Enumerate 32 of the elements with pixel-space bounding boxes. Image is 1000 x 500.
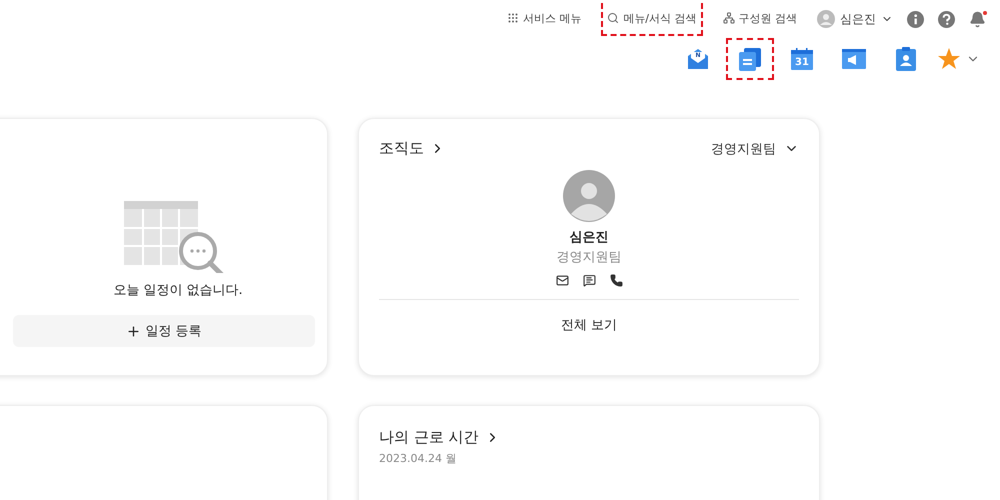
team-dropdown[interactable]: 경영지원팀 [711, 140, 799, 158]
contact-card-icon [895, 46, 917, 72]
phone-icon[interactable] [610, 274, 622, 287]
work-date: 2023.04.24 월 [379, 451, 458, 466]
add-schedule-button[interactable]: 일정 등록 [13, 315, 315, 347]
megaphone-icon [841, 48, 867, 70]
org-chart-icon [722, 12, 734, 24]
work-time-title-link[interactable]: 나의 근로 시간 [379, 428, 799, 447]
avatar [563, 170, 615, 222]
person-name: 심은진 [570, 229, 608, 246]
empty-schedule-message: 오늘 일정이 없습니다. [113, 282, 243, 299]
mail-icon[interactable] [556, 274, 568, 287]
service-menu-link[interactable]: 서비스 메뉴 [500, 2, 588, 36]
grid-menu-icon [506, 12, 519, 24]
search-icon [607, 12, 620, 24]
message-icon[interactable] [582, 274, 596, 287]
plus-icon [126, 324, 142, 338]
notification-bell-icon[interactable] [969, 10, 986, 28]
calendar-icon [790, 47, 814, 71]
docs-app-button[interactable] [726, 38, 774, 80]
star-icon [937, 47, 961, 71]
help-icon[interactable] [938, 10, 955, 28]
info-icon[interactable] [907, 10, 924, 28]
envelope-icon [686, 48, 710, 70]
menu-search-link[interactable]: 메뉴/서식 검색 [601, 2, 702, 36]
member-search-link[interactable]: 구성원 검색 [716, 2, 803, 36]
avatar-icon [817, 10, 835, 28]
org-chart-title-link[interactable]: 조직도 [379, 139, 445, 158]
view-all-button[interactable]: 전체 보기 [379, 300, 799, 350]
documents-icon [737, 46, 763, 72]
user-menu-button[interactable]: 심은진 [817, 10, 893, 28]
person-team: 경영지원팀 [556, 249, 622, 266]
